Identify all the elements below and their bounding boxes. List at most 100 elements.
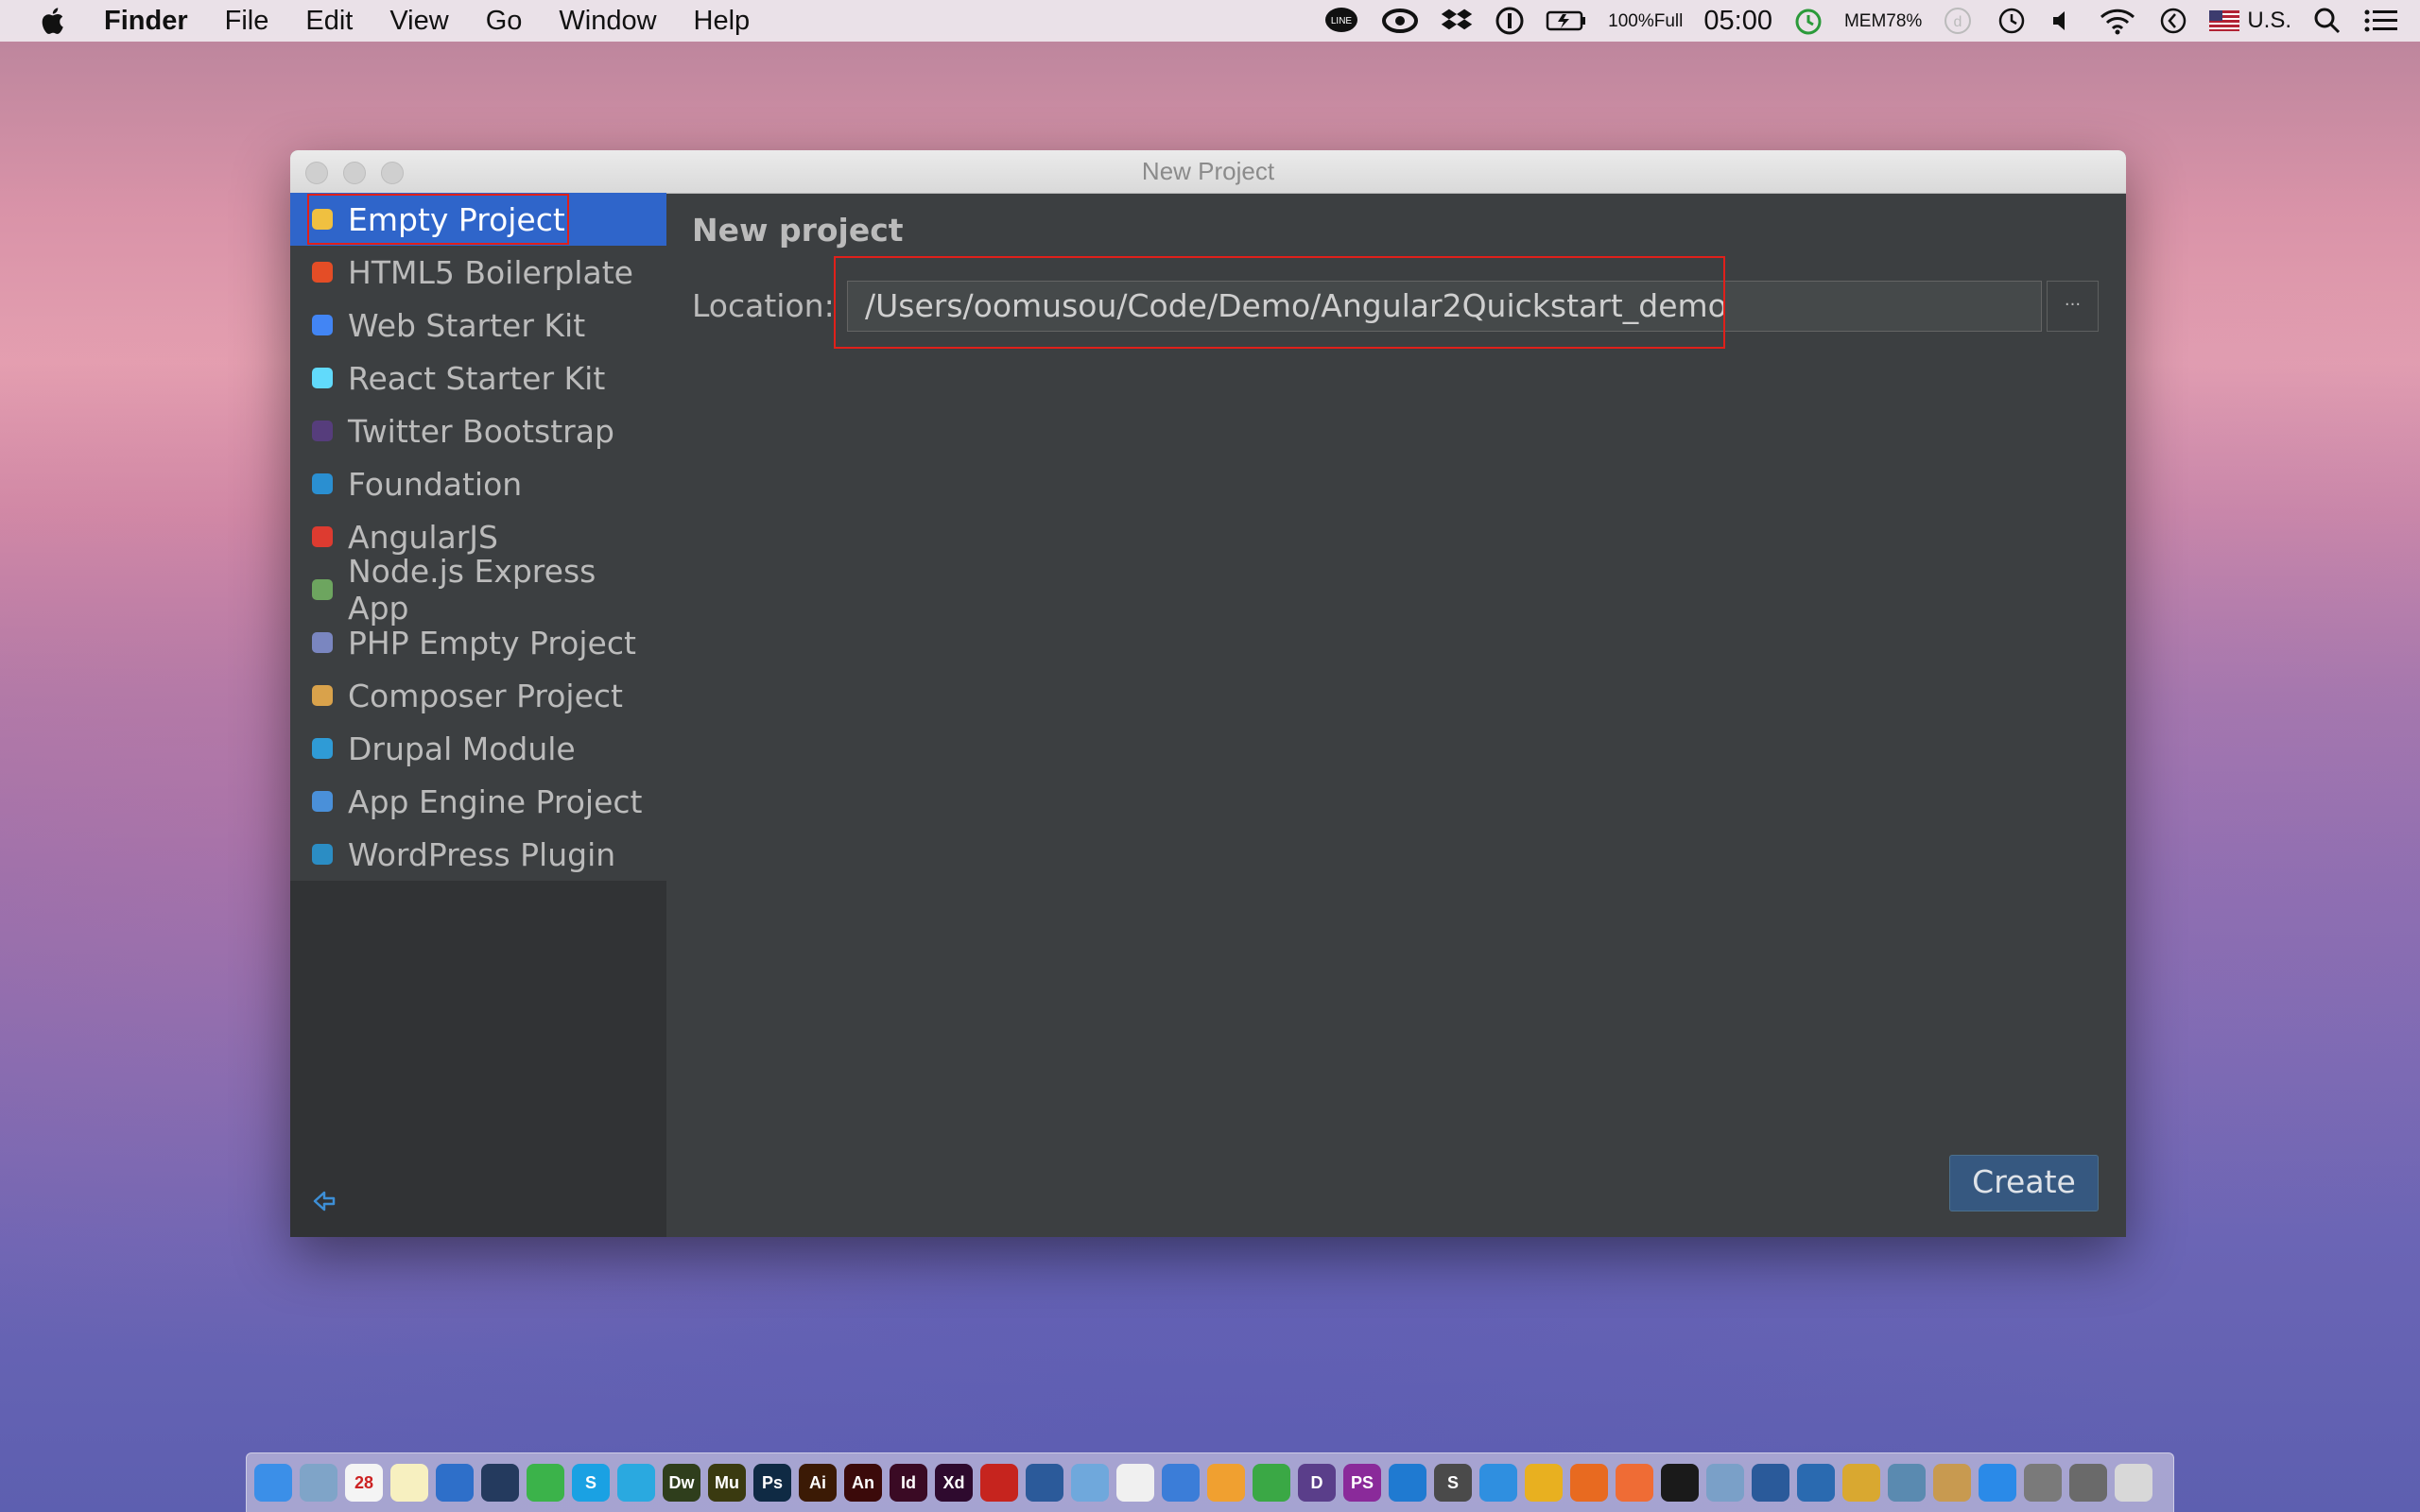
- empty-project-icon: [312, 209, 333, 230]
- dock-numbers-icon[interactable]: [1253, 1464, 1290, 1502]
- project-type-item[interactable]: HTML5 Boilerplate: [290, 246, 666, 299]
- project-settings-panel: New project Location: /Users/oomusou/Cod…: [666, 193, 2126, 1237]
- project-type-item[interactable]: React Starter Kit: [290, 352, 666, 404]
- dock-safari-icon[interactable]: [1479, 1464, 1517, 1502]
- battery-state: Full: [1653, 10, 1684, 31]
- dock-terminal-icon[interactable]: [1661, 1464, 1699, 1502]
- dock-keynote-icon[interactable]: [1162, 1464, 1200, 1502]
- dock-illustrator-icon[interactable]: Ai: [799, 1464, 837, 1502]
- memory-readout[interactable]: MEM 78%: [1844, 12, 1922, 30]
- project-type-label: Web Starter Kit: [348, 306, 586, 344]
- 1password-status-icon[interactable]: [1495, 6, 1525, 36]
- dock-transmit-icon[interactable]: [1706, 1464, 1744, 1502]
- project-type-label: App Engine Project: [348, 782, 643, 820]
- project-type-item[interactable]: Empty Project: [290, 193, 666, 246]
- dock-line-icon[interactable]: [527, 1464, 564, 1502]
- dock-indesign-icon[interactable]: Id: [890, 1464, 927, 1502]
- project-type-item[interactable]: PHP Empty Project: [290, 616, 666, 669]
- dock-app-store-icon[interactable]: [1979, 1464, 2016, 1502]
- menu-view[interactable]: View: [389, 6, 448, 37]
- dock-photos-app-icon[interactable]: [1071, 1464, 1109, 1502]
- battery-readout: 100% Full: [1608, 12, 1683, 30]
- project-type-item[interactable]: Twitter Bootstrap: [290, 404, 666, 457]
- dock-trash-icon[interactable]: [2115, 1464, 2152, 1502]
- menu-go[interactable]: Go: [486, 6, 523, 37]
- location-input[interactable]: /Users/oomusou/Code/Demo/Angular2Quickst…: [847, 281, 2042, 332]
- dock-firefox-icon[interactable]: [1570, 1464, 1608, 1502]
- menu-help[interactable]: Help: [694, 6, 751, 37]
- menu-file[interactable]: File: [225, 6, 269, 37]
- dock-source-tree-icon[interactable]: [1797, 1464, 1835, 1502]
- dock-system-preferences-icon[interactable]: [2024, 1464, 2062, 1502]
- time-machine-icon[interactable]: [1994, 6, 2028, 36]
- project-type-item[interactable]: Composer Project: [290, 669, 666, 722]
- folder-icon: [312, 685, 333, 706]
- dock-preview-icon[interactable]: [300, 1464, 337, 1502]
- menu-bar: Finder File Edit View Go Window Help LIN…: [0, 0, 2420, 42]
- spotlight-search-icon[interactable]: [2312, 6, 2342, 36]
- project-type-list: Empty Project HTML5 Boilerplate Web Starte…: [290, 193, 666, 881]
- dock-skype-icon[interactable]: S: [572, 1464, 610, 1502]
- drupal-icon: [312, 738, 333, 759]
- dock-pages-icon[interactable]: [1207, 1464, 1245, 1502]
- dock-itunes-icon[interactable]: [1116, 1464, 1154, 1502]
- apple-icon[interactable]: [38, 5, 70, 37]
- panel-title: New project: [692, 212, 904, 249]
- wifi-icon[interactable]: [2098, 6, 2137, 36]
- line-status-icon[interactable]: LINE: [1322, 6, 1360, 36]
- notification-center-icon[interactable]: [2363, 8, 2399, 34]
- web-starter-kit-icon: [312, 315, 333, 335]
- dock-twitter-icon[interactable]: [617, 1464, 655, 1502]
- dock-kindle-icon[interactable]: [481, 1464, 519, 1502]
- window-titlebar[interactable]: New Project: [290, 150, 2126, 194]
- history-icon[interactable]: [2158, 6, 2188, 36]
- flag-us-icon[interactable]: [2209, 10, 2240, 31]
- project-type-item[interactable]: Node.js Express App: [290, 553, 666, 627]
- dash-status-icon[interactable]: d: [1943, 6, 1973, 36]
- dock-sublime-icon[interactable]: S: [1434, 1464, 1472, 1502]
- project-type-item[interactable]: Foundation: [290, 457, 666, 510]
- svg-text:d: d: [1954, 14, 1962, 30]
- dock-acrobat-icon[interactable]: [980, 1464, 1018, 1502]
- clock[interactable]: 05:00: [1703, 6, 1772, 37]
- dock-dash-icon[interactable]: D: [1298, 1464, 1336, 1502]
- dock-finder-icon[interactable]: [254, 1464, 292, 1502]
- browse-button[interactable]: ...: [2047, 281, 2099, 332]
- dock-vscode-icon[interactable]: [1389, 1464, 1426, 1502]
- create-button[interactable]: Create: [1949, 1155, 2099, 1211]
- dock-screenflow-icon[interactable]: [1026, 1464, 1063, 1502]
- menu-app-name[interactable]: Finder: [104, 6, 188, 37]
- project-type-label: WordPress Plugin: [348, 835, 616, 873]
- project-type-item[interactable]: Drupal Module: [290, 722, 666, 775]
- volume-icon[interactable]: [2048, 7, 2077, 35]
- dock-muse-icon[interactable]: Mu: [708, 1464, 746, 1502]
- project-type-item[interactable]: App Engine Project: [290, 775, 666, 828]
- battery-icon[interactable]: [1546, 8, 1587, 34]
- dock-photoshop-icon[interactable]: Ps: [753, 1464, 791, 1502]
- dock-downloads-icon[interactable]: [2069, 1464, 2107, 1502]
- dock-calendar-icon[interactable]: 28: [345, 1464, 383, 1502]
- dock: 28 S Dw Mu Ps Ai An Id Xd D PS S: [246, 1452, 2174, 1512]
- project-type-item[interactable]: WordPress Plugin: [290, 828, 666, 881]
- dock-chrome-icon[interactable]: [1525, 1464, 1563, 1502]
- dock-animate-icon[interactable]: An: [844, 1464, 882, 1502]
- project-type-label: React Starter Kit: [348, 359, 606, 397]
- dock-dreamweaver-icon[interactable]: Dw: [663, 1464, 700, 1502]
- input-source[interactable]: U.S.: [2247, 8, 2291, 34]
- dock-github-desktop-icon[interactable]: [1888, 1464, 1926, 1502]
- timer-icon[interactable]: [1793, 6, 1824, 36]
- dock-virtualbox-icon[interactable]: [1752, 1464, 1789, 1502]
- dock-1password-icon[interactable]: [436, 1464, 474, 1502]
- dock-xd-icon[interactable]: Xd: [935, 1464, 973, 1502]
- back-arrow-icon[interactable]: [311, 1188, 337, 1214]
- dock-notes-icon[interactable]: [390, 1464, 428, 1502]
- menu-window[interactable]: Window: [559, 6, 656, 37]
- dock-postman-icon[interactable]: [1616, 1464, 1653, 1502]
- menu-edit[interactable]: Edit: [305, 6, 353, 37]
- dock-coins-icon[interactable]: [1842, 1464, 1880, 1502]
- dropbox-icon[interactable]: [1440, 6, 1474, 36]
- creative-cloud-icon[interactable]: [1381, 7, 1419, 35]
- project-type-item[interactable]: Web Starter Kit: [290, 299, 666, 352]
- dock-archive-icon[interactable]: [1933, 1464, 1971, 1502]
- dock-phpstorm-icon[interactable]: PS: [1343, 1464, 1381, 1502]
